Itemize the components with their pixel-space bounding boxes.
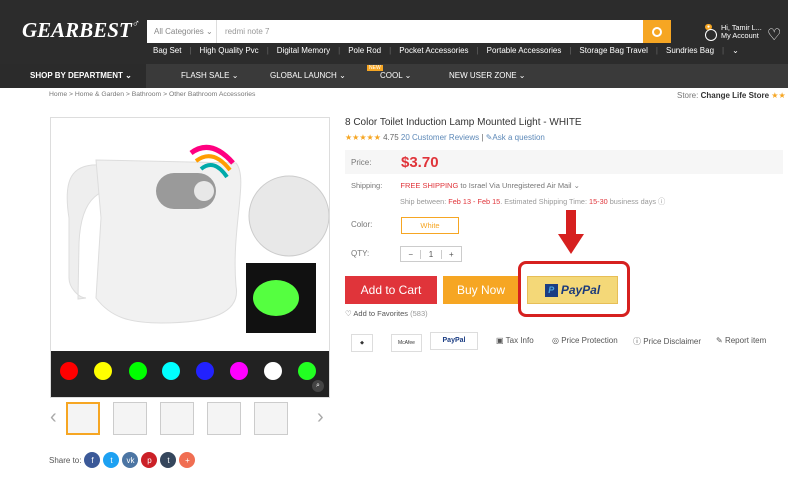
- shipping-method-select[interactable]: to Israel Via Unregistered Air Mail: [460, 181, 571, 190]
- store-rating-stars-icon: ★★: [771, 91, 786, 100]
- main-navigation: SHOP BY DEPARTMENT ⌄ FLASH SALE ⌄ GLOBAL…: [0, 64, 788, 88]
- shop-by-department[interactable]: SHOP BY DEPARTMENT ⌄: [0, 64, 146, 88]
- chevron-down-icon: ⌄: [339, 71, 346, 80]
- hot-search-link[interactable]: Pole Rod: [348, 46, 391, 55]
- breadcrumb[interactable]: Home > Home & Garden > Bathroom > Other …: [49, 91, 255, 98]
- color-label: Color:: [351, 220, 373, 229]
- paypal-badge: PayPal: [430, 332, 478, 350]
- chevron-down-icon: ⌄: [231, 71, 239, 80]
- header-bar: GEARBEST♂ All Categories ⌄ Bag Set High Q…: [0, 0, 788, 64]
- quantity-stepper[interactable]: −1 +: [400, 246, 462, 262]
- gearbest-logo[interactable]: GEARBEST♂: [22, 18, 140, 43]
- highlight-circle: [518, 261, 630, 317]
- wishlist-heart-icon[interactable]: ♡: [767, 25, 781, 45]
- help-icon: ⓘ: [658, 197, 666, 206]
- tumblr-icon[interactable]: t: [160, 452, 177, 468]
- price-protection-link[interactable]: ◎ Price Protection: [552, 336, 618, 345]
- nav-new-user-zone[interactable]: NEW USER ZONE ⌄: [449, 64, 526, 88]
- chevron-down-icon: ⌄: [404, 71, 412, 80]
- chevron-down-icon: ⌄: [518, 71, 526, 80]
- product-price: $3.70: [401, 153, 439, 171]
- mcafee-badge: McAfee: [391, 334, 422, 352]
- shipping-row: Shipping: FREE SHIPPING to Israel Via Un…: [351, 181, 580, 190]
- hot-search-link[interactable]: Digital Memory: [277, 46, 340, 55]
- chevron-left-icon[interactable]: ‹: [50, 406, 57, 429]
- red-arrow-icon: [558, 210, 584, 254]
- nav-global-launch[interactable]: GLOBAL LAUNCH ⌄: [270, 64, 346, 88]
- chevron-down-icon[interactable]: ⌄: [732, 46, 747, 55]
- thumbnail[interactable]: [160, 402, 194, 435]
- minus-button[interactable]: −: [401, 249, 422, 259]
- thumbnail[interactable]: [113, 402, 147, 435]
- hot-search-link[interactable]: Pocket Accessories: [399, 46, 478, 55]
- hot-search-link[interactable]: Portable Accessories: [487, 46, 572, 55]
- color-option-white[interactable]: White: [401, 217, 459, 234]
- search-input[interactable]: [225, 20, 635, 43]
- thumbnail[interactable]: [66, 402, 100, 435]
- store-link[interactable]: Store: Change Life Store ★★: [677, 91, 786, 100]
- price-disclaimer-link[interactable]: ⓘ Price Disclaimer: [633, 336, 701, 347]
- secure-badge: ◆: [351, 334, 373, 352]
- rating-row: ★★★★★ 4.75 20 Customer Reviews | ✎Ask a …: [345, 133, 545, 142]
- share-bar: Share to: f t vk p t +: [49, 452, 196, 468]
- search-icon: [652, 26, 662, 37]
- product-image: [51, 144, 330, 397]
- tax-info-link[interactable]: ▣ Tax Info: [496, 336, 534, 345]
- product-title: 8 Color Toilet Induction Lamp Mounted Li…: [345, 117, 582, 128]
- chevron-right-icon[interactable]: ›: [317, 406, 324, 429]
- thumbnail-row: [66, 402, 288, 435]
- nav-cool[interactable]: COOL ⌄: [380, 64, 411, 88]
- search-box[interactable]: All Categories ⌄: [147, 20, 671, 43]
- quantity-value[interactable]: 1: [421, 249, 442, 259]
- twitter-icon[interactable]: t: [103, 452, 120, 468]
- rating-stars-icon: ★★★★★: [345, 133, 381, 142]
- chevron-down-icon: ⌄: [125, 71, 132, 80]
- reviews-link[interactable]: 20 Customer Reviews: [401, 133, 479, 142]
- facebook-icon[interactable]: f: [84, 452, 101, 468]
- nav-flash-sale[interactable]: FLASH SALE ⌄: [181, 64, 238, 88]
- zoom-icon[interactable]: ⌕: [312, 380, 324, 392]
- product-image-gallery[interactable]: ⌕: [50, 117, 330, 398]
- qty-label: QTY:: [351, 249, 370, 258]
- hot-search-link[interactable]: Sundries Bag: [666, 46, 724, 55]
- hot-search-link[interactable]: High Quality Pvc: [200, 46, 269, 55]
- add-to-favorites[interactable]: ♡ Add to Favorites (583): [345, 309, 428, 318]
- chevron-down-icon: ⌄: [573, 181, 580, 190]
- hot-searches: Bag Set High Quality Pvc Digital Memory Pol…: [153, 46, 747, 55]
- pinterest-icon[interactable]: p: [141, 452, 158, 468]
- account-menu[interactable]: Hi, Tamir L... My Account: [721, 24, 762, 40]
- user-icon[interactable]: [705, 29, 717, 41]
- report-item-link[interactable]: ✎ Report item: [716, 336, 766, 345]
- plus-button[interactable]: +: [442, 250, 461, 259]
- vk-icon[interactable]: vk: [122, 452, 139, 468]
- ship-between: Ship between: Feb 13 - Feb 15. Estimated…: [400, 197, 666, 206]
- search-button[interactable]: [643, 20, 671, 43]
- thumbnail[interactable]: [254, 402, 288, 435]
- hot-search-link[interactable]: Storage Bag Travel: [579, 46, 658, 55]
- thumbnail[interactable]: [207, 402, 241, 435]
- add-to-cart-button[interactable]: Add to Cart: [345, 276, 437, 304]
- ask-question-link[interactable]: ✎Ask a question: [486, 133, 545, 142]
- buy-now-button[interactable]: Buy Now: [443, 276, 519, 304]
- hot-search-link[interactable]: Bag Set: [153, 46, 192, 55]
- category-select[interactable]: All Categories ⌄: [147, 20, 217, 43]
- more-share-icon[interactable]: +: [179, 452, 196, 468]
